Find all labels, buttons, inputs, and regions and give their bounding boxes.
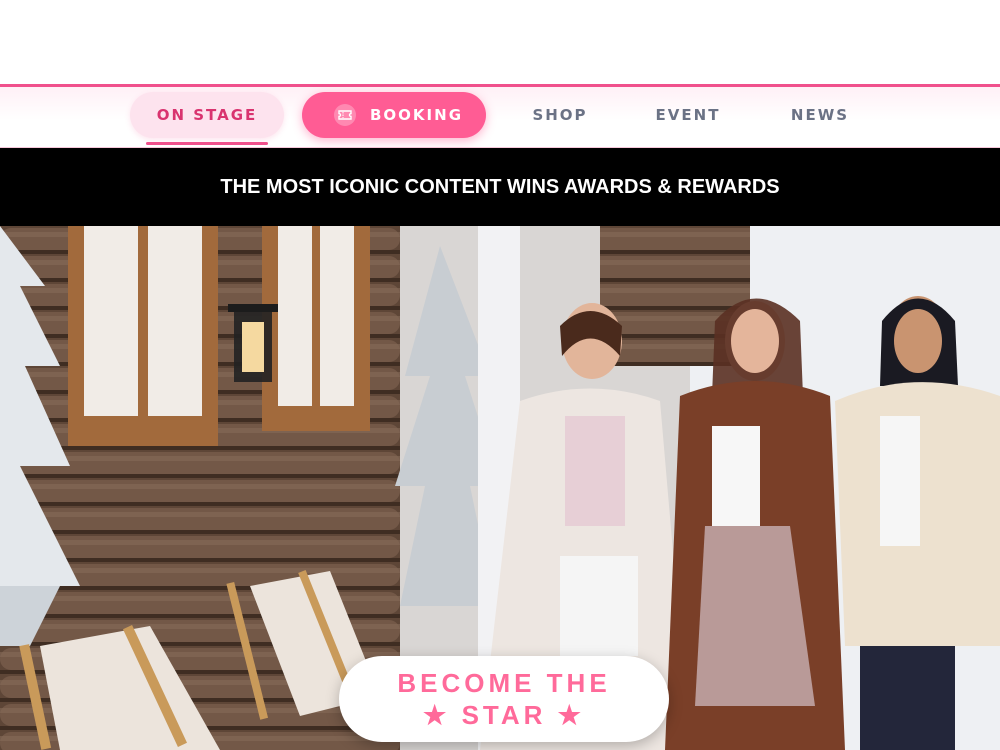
- nav-shop-label: SHOP: [532, 106, 588, 124]
- nav-booking-button[interactable]: BOOKING: [302, 92, 486, 138]
- nav-news[interactable]: NEWS: [778, 92, 862, 138]
- become-the-star-button[interactable]: BECOME THE ★ STAR ★: [339, 656, 669, 742]
- nav-booking-label: BOOKING: [370, 106, 464, 124]
- header-blank-area: [0, 0, 1000, 84]
- ticket-icon: [334, 104, 356, 126]
- active-underline: [146, 142, 268, 145]
- nav-on-stage[interactable]: ON STAGE: [130, 92, 284, 145]
- cta-line-2: ★ STAR ★: [423, 700, 585, 730]
- nav-shop[interactable]: SHOP: [520, 92, 600, 138]
- nav-event-label: EVENT: [655, 106, 721, 124]
- banner-text: THE MOST ICONIC CONTENT WINS AWARDS & RE…: [220, 175, 780, 198]
- nav-event[interactable]: EVENT: [645, 92, 731, 138]
- announcement-banner: THE MOST ICONIC CONTENT WINS AWARDS & RE…: [0, 148, 1000, 226]
- nav-news-label: NEWS: [790, 106, 850, 124]
- main-nav: ON STAGE BOOKING SHOP EVENT NEWS: [0, 84, 1000, 148]
- cta-line-1: BECOME THE: [397, 668, 611, 698]
- nav-on-stage-label: ON STAGE: [156, 106, 258, 124]
